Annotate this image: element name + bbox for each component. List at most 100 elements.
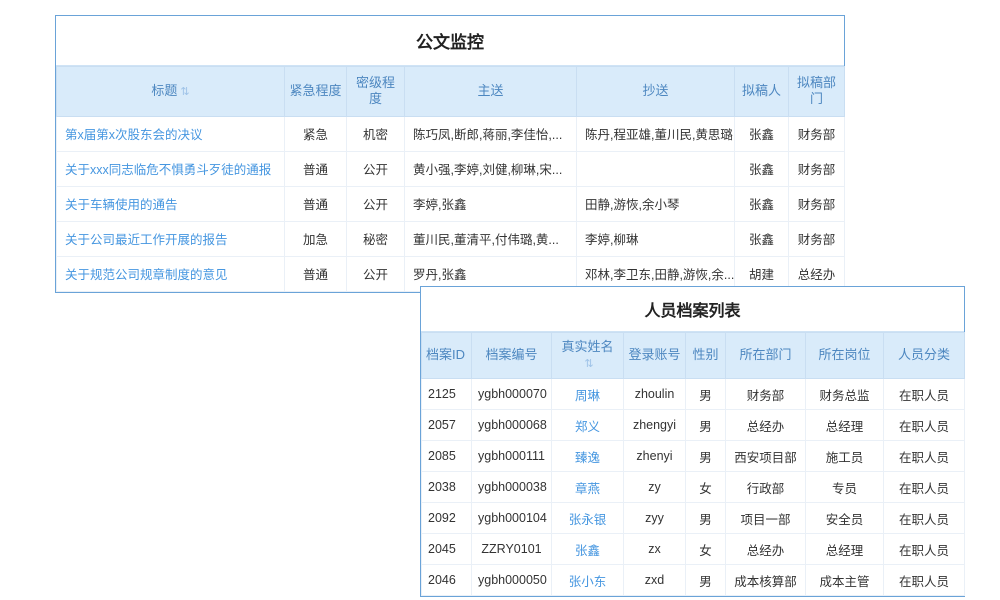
urgency-cell: 紧急 — [285, 116, 347, 151]
post-cell: 总经理 — [806, 534, 884, 565]
urgency-cell: 普通 — [285, 256, 347, 291]
real-name-link[interactable]: 张鑫 — [575, 544, 600, 558]
doc-col-main-recipient: 主送 — [405, 67, 577, 117]
real-name-cell: 张鑫 — [552, 534, 624, 565]
post-cell: 总经理 — [806, 410, 884, 441]
category-cell: 在职人员 — [884, 565, 965, 596]
main-recipient-cell: 黄小强,李婷,刘健,柳琳,宋... — [405, 151, 577, 186]
archive-id-cell: 2125 — [422, 379, 472, 410]
table-row: 2045ZZRY0101张鑫zx女总经办总经理在职人员 — [422, 534, 965, 565]
doc-title-link[interactable]: 关于xxx同志临危不惧勇斗歹徒的通报 — [65, 163, 271, 177]
doc-table-header-row: 标题⇅ 紧急程度 密级程度 主送 抄送 拟稿人 拟稿部门 — [57, 67, 845, 117]
p-col-department: 所在部门 — [726, 333, 806, 379]
real-name-link[interactable]: 张小东 — [569, 575, 607, 589]
doc-title-link[interactable]: 第x届第x次股东会的决议 — [65, 128, 203, 142]
table-row: 第x届第x次股东会的决议紧急机密陈巧凤,断郎,蒋丽,李佳怡,...陈丹,程亚雄,… — [57, 116, 845, 151]
department-cell: 成本核算部 — [726, 565, 806, 596]
login-account-cell: zx — [624, 534, 686, 565]
gender-cell: 男 — [686, 565, 726, 596]
p-col-login-account: 登录账号 — [624, 333, 686, 379]
post-cell: 成本主管 — [806, 565, 884, 596]
table-row: 关于车辆使用的通告普通公开李婷,张鑫田静,游恢,余小琴张鑫财务部 — [57, 186, 845, 221]
table-row: 2057ygbh000068郑义zhengyi男总经办总经理在职人员 — [422, 410, 965, 441]
draft-dept-cell: 财务部 — [789, 116, 845, 151]
real-name-link[interactable]: 臻逸 — [575, 451, 600, 465]
doc-title-link[interactable]: 关于公司最近工作开展的报告 — [65, 233, 228, 247]
department-cell: 项目一部 — [726, 503, 806, 534]
table-row: 2125ygbh000070周琳zhoulin男财务部财务总监在职人员 — [422, 379, 965, 410]
department-cell: 财务部 — [726, 379, 806, 410]
p-col-post: 所在岗位 — [806, 333, 884, 379]
department-cell: 西安项目部 — [726, 441, 806, 472]
secrecy-cell: 机密 — [347, 116, 405, 151]
category-cell: 在职人员 — [884, 410, 965, 441]
post-cell: 财务总监 — [806, 379, 884, 410]
main-recipient-cell: 陈巧凤,断郎,蒋丽,李佳怡,... — [405, 116, 577, 151]
archive-id-cell: 2038 — [422, 472, 472, 503]
gender-cell: 女 — [686, 472, 726, 503]
p-col-archive-no: 档案编号 — [472, 333, 552, 379]
real-name-link[interactable]: 周琳 — [575, 389, 600, 403]
personnel-table-header-row: 档案ID 档案编号 真实姓名⇅ 登录账号 性别 所在部门 所在岗位 人员分类 — [422, 333, 965, 379]
cc-cell: 田静,游恢,余小琴 — [577, 186, 735, 221]
gender-cell: 男 — [686, 410, 726, 441]
category-cell: 在职人员 — [884, 379, 965, 410]
archive-no-cell: ygbh000038 — [472, 472, 552, 503]
login-account-cell: zy — [624, 472, 686, 503]
real-name-link[interactable]: 章燕 — [575, 482, 600, 496]
sort-icon[interactable]: ⇅ — [180, 86, 189, 98]
document-monitor-table: 标题⇅ 紧急程度 密级程度 主送 抄送 拟稿人 拟稿部门 第x届第x次股东会的决… — [56, 66, 845, 292]
secrecy-cell: 公开 — [347, 151, 405, 186]
real-name-cell: 张小东 — [552, 565, 624, 596]
doc-title-cell: 关于车辆使用的通告 — [57, 186, 285, 221]
sort-icon[interactable]: ⇅ — [584, 358, 593, 370]
draft-dept-cell: 财务部 — [789, 186, 845, 221]
drafter-cell: 张鑫 — [735, 221, 789, 256]
category-cell: 在职人员 — [884, 441, 965, 472]
document-monitor-panel: 公文监控 标题⇅ 紧急程度 密级程度 主送 抄送 拟稿人 拟稿部门 第x届第x次… — [55, 15, 845, 293]
urgency-cell: 普通 — [285, 186, 347, 221]
post-cell: 施工员 — [806, 441, 884, 472]
doc-col-secrecy: 密级程度 — [347, 67, 405, 117]
doc-title-link[interactable]: 关于规范公司规章制度的意见 — [65, 268, 228, 282]
archive-no-cell: ygbh000050 — [472, 565, 552, 596]
login-account-cell: zxd — [624, 565, 686, 596]
doc-table-body: 第x届第x次股东会的决议紧急机密陈巧凤,断郎,蒋丽,李佳怡,...陈丹,程亚雄,… — [57, 116, 845, 291]
drafter-cell: 张鑫 — [735, 151, 789, 186]
post-cell: 专员 — [806, 472, 884, 503]
draft-dept-cell: 财务部 — [789, 221, 845, 256]
category-cell: 在职人员 — [884, 503, 965, 534]
doc-col-urgency: 紧急程度 — [285, 67, 347, 117]
urgency-cell: 加急 — [285, 221, 347, 256]
department-cell: 行政部 — [726, 472, 806, 503]
gender-cell: 男 — [686, 441, 726, 472]
p-col-category: 人员分类 — [884, 333, 965, 379]
real-name-cell: 郑义 — [552, 410, 624, 441]
personnel-archive-panel: 人员档案列表 档案ID 档案编号 真实姓名⇅ 登录账号 性别 所在部门 所在岗位… — [420, 286, 965, 597]
secrecy-cell: 公开 — [347, 256, 405, 291]
p-col-real-name[interactable]: 真实姓名 ⇅ — [552, 333, 624, 379]
secrecy-cell: 公开 — [347, 186, 405, 221]
doc-col-title[interactable]: 标题⇅ — [57, 67, 285, 117]
doc-col-draft-dept: 拟稿部门 — [789, 67, 845, 117]
personnel-table-body: 2125ygbh000070周琳zhoulin男财务部财务总监在职人员2057y… — [422, 379, 965, 596]
personnel-archive-title: 人员档案列表 — [421, 287, 964, 332]
p-col-real-name-label: 真实姓名 — [561, 339, 613, 354]
doc-col-title-label: 标题 — [151, 83, 177, 98]
login-account-cell: zhoulin — [624, 379, 686, 410]
doc-col-drafter: 拟稿人 — [735, 67, 789, 117]
doc-title-cell: 关于公司最近工作开展的报告 — [57, 221, 285, 256]
department-cell: 总经办 — [726, 534, 806, 565]
archive-id-cell: 2057 — [422, 410, 472, 441]
login-account-cell: zhenyi — [624, 441, 686, 472]
doc-title-cell: 关于规范公司规章制度的意见 — [57, 256, 285, 291]
real-name-link[interactable]: 张永银 — [569, 513, 607, 527]
category-cell: 在职人员 — [884, 534, 965, 565]
archive-id-cell: 2085 — [422, 441, 472, 472]
cc-cell — [577, 151, 735, 186]
doc-title-link[interactable]: 关于车辆使用的通告 — [65, 198, 178, 212]
login-account-cell: zyy — [624, 503, 686, 534]
archive-no-cell: ygbh000070 — [472, 379, 552, 410]
real-name-link[interactable]: 郑义 — [575, 420, 600, 434]
gender-cell: 男 — [686, 503, 726, 534]
